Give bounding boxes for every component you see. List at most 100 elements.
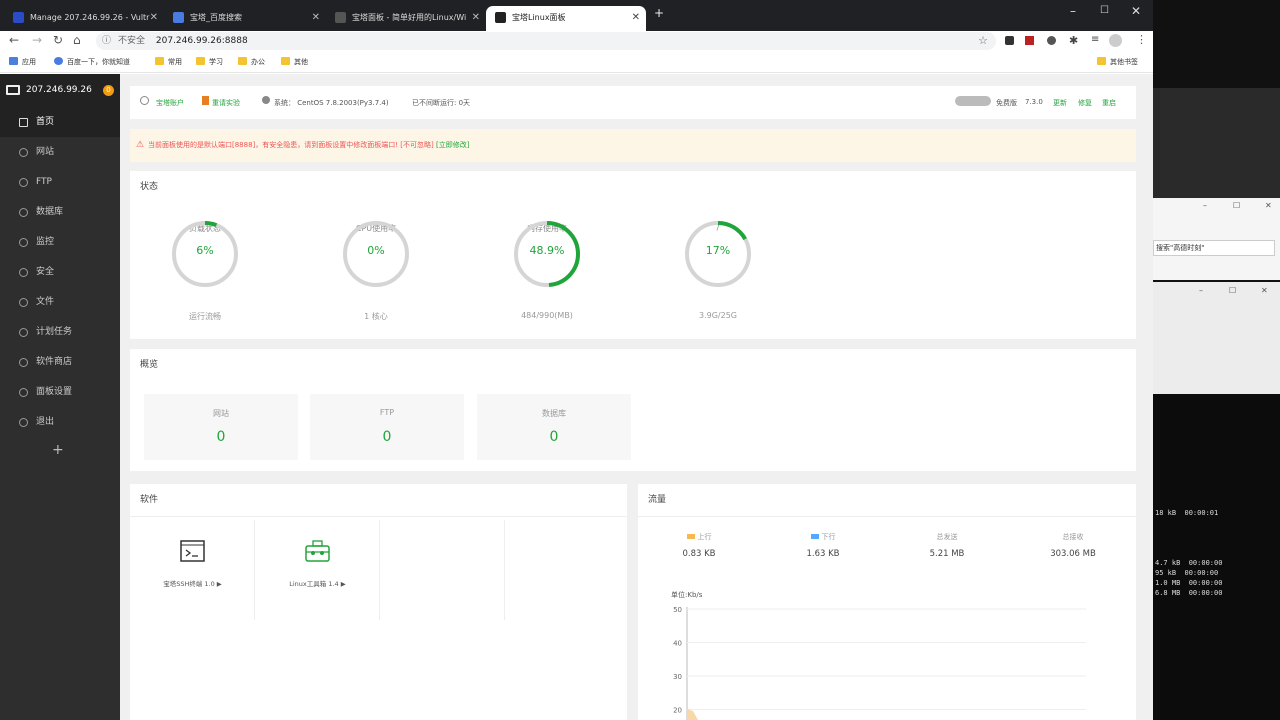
divider <box>130 516 627 517</box>
bookmark-folder[interactable]: 其他 <box>281 57 308 67</box>
version: 7.3.0 <box>1025 98 1043 106</box>
sidebar-item[interactable]: FTP <box>0 167 120 197</box>
gauge-ring[interactable]: 6% <box>170 219 240 289</box>
minimize-button[interactable]: – <box>1203 201 1207 210</box>
overview-card-database[interactable]: 数据库 0 <box>477 394 631 460</box>
sidebar-item[interactable]: 软件商店 <box>0 347 120 377</box>
address-bar-row: ← → ↻ ⌂ ⓘ 不安全 207.246.99.26:8888 ☆ ✱ ≡ ⋮ <box>0 31 1153 51</box>
menu-icon[interactable]: ⋮ <box>1136 33 1147 46</box>
main-content: 宝塔账户 重请实验 系统： CentOS 7.8.2003(Py3.7.4) 已… <box>120 74 1153 720</box>
gauge-ring[interactable]: 0% <box>341 219 411 289</box>
bookmark-folder[interactable]: 常用 <box>155 57 182 67</box>
close-icon[interactable]: ✕ <box>312 6 320 29</box>
bookmark-apps[interactable]: 应用 <box>9 57 36 67</box>
home-icon <box>19 118 28 127</box>
home-icon[interactable]: ⌂ <box>73 33 81 47</box>
system-info: 系统： CentOS 7.8.2003(Py3.7.4) <box>274 99 389 107</box>
software-item-toolbox[interactable]: Linux工具箱 1.4 ▶ <box>255 520 380 620</box>
gauge-value: 6% <box>196 244 214 257</box>
bookmark-folder[interactable]: 办公 <box>238 57 265 67</box>
uptime: 已不间断运行: 0天 <box>412 99 471 107</box>
close-icon[interactable]: ✕ <box>472 6 480 29</box>
sidebar-item[interactable]: 监控 <box>0 227 120 257</box>
maximize-button[interactable]: ☐ <box>1233 201 1240 210</box>
close-icon[interactable]: ✕ <box>1261 286 1268 295</box>
address-input[interactable]: ⓘ 不安全 207.246.99.26:8888 ☆ <box>96 32 996 50</box>
traffic-panel: 流量 上行 0.83 KB 下行 1.63 KB 总发送 5.21 MB 总接收… <box>638 484 1136 720</box>
upload-area <box>687 709 698 720</box>
user-icon <box>140 96 149 105</box>
puzzle-icon[interactable]: ✱ <box>1069 34 1078 47</box>
edition: 免费版 <box>996 99 1017 107</box>
overview-card-ftp[interactable]: FTP 0 <box>310 394 464 460</box>
star-icon[interactable]: ☆ <box>978 32 988 50</box>
tab-vultr[interactable]: Manage 207.246.99.26 - Vultr ✕ <box>4 6 164 31</box>
terminal-window: 18 kB 00:00:01 4.7 kB 00:00:00 95 kB 00:… <box>1153 394 1280 720</box>
close-icon[interactable]: ✕ <box>150 6 158 29</box>
database-icon <box>19 208 28 217</box>
monitor-icon <box>19 238 28 247</box>
bt-favicon-icon <box>335 12 346 23</box>
close-icon[interactable]: ✕ <box>632 6 640 29</box>
bt-favicon-icon <box>495 12 506 23</box>
gift-icon <box>202 96 209 105</box>
extension-icon[interactable] <box>1005 36 1014 45</box>
sidebar-item[interactable]: 数据库 <box>0 197 120 227</box>
tab-strip: Manage 207.246.99.26 - Vultr ✕ 宝塔_百度搜索 ✕… <box>0 0 1153 31</box>
shield-icon <box>19 268 28 277</box>
gear-icon <box>19 388 28 397</box>
sidebar-item[interactable]: 网站 <box>0 137 120 167</box>
avatar[interactable] <box>1109 34 1122 47</box>
extension-icon[interactable] <box>1047 36 1056 45</box>
sidebar-item[interactable]: 安全 <box>0 257 120 287</box>
background-window <box>1153 88 1280 198</box>
port-warning: 当前面板使用的是默认端口[8888]，有安全隐患，请到面板设置中修改面板端口! … <box>130 129 1136 162</box>
maximize-button[interactable]: ☐ <box>1100 5 1109 16</box>
traffic-unit-label: 单位:Kb/s <box>671 591 703 599</box>
playlist-icon[interactable]: ≡ <box>1091 34 1099 45</box>
forward-icon[interactable]: → <box>32 33 42 47</box>
overview-card-site[interactable]: 网站 0 <box>144 394 298 460</box>
traffic-up: 上行 0.83 KB <box>682 533 716 559</box>
update-link[interactable]: 更新 <box>1053 98 1067 108</box>
sidebar-item[interactable]: 面板设置 <box>0 377 120 407</box>
extension-icon[interactable] <box>1025 36 1034 45</box>
reload-icon[interactable]: ↻ <box>53 33 63 47</box>
back-icon[interactable]: ← <box>9 33 19 47</box>
software-slot-empty <box>380 520 505 620</box>
ftp-icon <box>19 178 28 187</box>
traffic-sent: 总发送 5.21 MB <box>929 533 965 559</box>
minimize-button[interactable]: – <box>1070 4 1076 18</box>
add-button[interactable]: + <box>52 442 64 458</box>
restart-link[interactable]: 重启 <box>1102 98 1116 108</box>
sidebar-item[interactable]: 首页 <box>0 107 120 137</box>
secondary-window: – ☐ ✕ <box>1153 282 1280 394</box>
tab-bt-site[interactable]: 宝塔面板 - 简单好用的Linux/Wi ✕ <box>326 6 486 31</box>
bookmark-folder[interactable]: 学习 <box>196 57 223 67</box>
software-slot-empty <box>505 520 630 620</box>
tab-bt-panel[interactable]: 宝塔Linux面板 ✕ <box>486 6 646 31</box>
repair-link[interactable]: 修复 <box>1078 98 1092 108</box>
account-link[interactable]: 宝塔账户 <box>156 98 184 108</box>
search-input[interactable]: 搜索"高德时刻" <box>1153 240 1275 256</box>
bookmark-baidu[interactable]: 百度一下，你就知道 <box>54 57 130 67</box>
tab-baidu[interactable]: 宝塔_百度搜索 ✕ <box>164 6 326 31</box>
new-tab-button[interactable]: + <box>654 6 664 20</box>
notice-link[interactable]: 重请实验 <box>212 98 240 108</box>
modify-port-link[interactable]: [立即修改] <box>436 141 469 149</box>
gauge-ring[interactable]: 48.9% <box>512 219 582 289</box>
sidebar-item[interactable]: 文件 <box>0 287 120 317</box>
clock-icon <box>19 328 28 337</box>
window-close-button[interactable]: ✕ <box>1131 4 1141 18</box>
gauge-ring[interactable]: 17% <box>683 219 753 289</box>
software-item-ssh[interactable]: 宝塔SSH终端 1.0 ▶ <box>130 520 255 620</box>
maximize-button[interactable]: ☐ <box>1229 286 1236 295</box>
traffic-title: 流量 <box>648 495 667 505</box>
close-icon[interactable]: ✕ <box>1265 201 1272 210</box>
message-badge[interactable]: 0 <box>103 85 114 96</box>
bookmark-other[interactable]: 其他书签 <box>1097 57 1138 67</box>
minimize-button[interactable]: – <box>1199 286 1203 295</box>
sidebar-item[interactable]: 计划任务 <box>0 317 120 347</box>
legend-swatch-up <box>686 534 695 539</box>
sidebar-item[interactable]: 退出 <box>0 407 120 437</box>
